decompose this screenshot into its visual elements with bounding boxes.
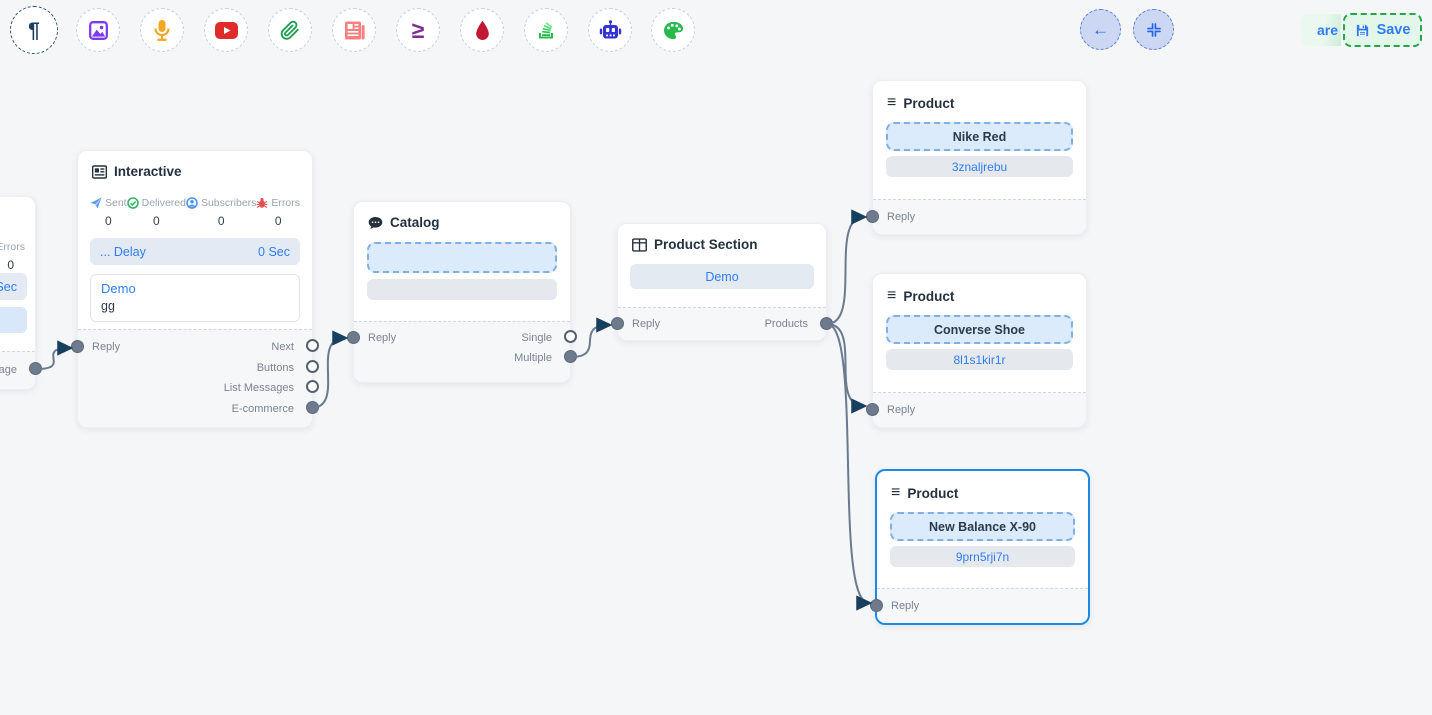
tool-audio-button[interactable] <box>140 8 184 52</box>
retailer-id-box: 3znaljrebu <box>886 156 1073 177</box>
tool-sequence-button[interactable] <box>524 8 568 52</box>
message-preview-card[interactable]: Demo gg <box>90 274 300 322</box>
save-button-label: Save <box>1377 22 1411 38</box>
node-product-section[interactable]: Product Section Demo Reply Products <box>617 223 827 341</box>
delay-row[interactable]: 0 Sec <box>0 273 27 300</box>
sent-icon <box>90 197 102 209</box>
tool-text-button[interactable]: ¶ <box>10 6 58 54</box>
back-button[interactable]: ← <box>1080 9 1121 50</box>
product-name-box[interactable]: New Balance X-90 <box>890 512 1075 541</box>
interactive-icon <box>92 165 107 179</box>
node-catalog[interactable]: Catalog Reply Single Multiple <box>353 201 571 383</box>
node-title: ≡ Product <box>877 471 1088 502</box>
input-port-reply[interactable] <box>866 403 879 416</box>
tool-condition-button[interactable]: ≥ <box>396 8 440 52</box>
pilcrow-icon: ¶ <box>28 20 40 41</box>
stats-row: Sent 0 Delivered 0 <box>78 179 312 228</box>
product-section-icon <box>632 238 647 252</box>
save-button[interactable]: Save <box>1343 13 1422 47</box>
output-port-multiple[interactable] <box>564 350 577 363</box>
palette-icon <box>663 21 684 40</box>
stat-errors: Errors <box>0 241 25 253</box>
input-port-reply[interactable] <box>611 317 624 330</box>
delivered-icon <box>127 197 139 209</box>
node-footer: Reply <box>873 199 1086 234</box>
output-port-single[interactable] <box>564 330 577 343</box>
node-title: ≡ Product <box>873 81 1086 112</box>
node-interactive[interactable]: Interactive Sent 0 <box>77 150 313 428</box>
node-footer: Reply <box>873 392 1086 427</box>
flow-canvas[interactable]: ¶ <box>0 0 1432 715</box>
floppy-disk-icon <box>1355 23 1370 38</box>
menu-icon: ≡ <box>891 484 900 502</box>
microphone-icon <box>152 19 172 41</box>
menu-icon: ≡ <box>887 94 896 112</box>
section-name-chip[interactable]: Demo <box>630 264 814 289</box>
save-ghost-partial: are <box>1301 14 1341 46</box>
output-port-list-messages[interactable] <box>306 380 319 393</box>
product-name-box[interactable]: Converse Shoe <box>886 315 1073 344</box>
node-title: ≡ Product <box>873 274 1086 305</box>
node-footer: Message <box>0 351 35 389</box>
input-port-reply[interactable] <box>71 340 84 353</box>
node-title: Product Section <box>618 224 826 252</box>
tool-video-button[interactable] <box>204 8 248 52</box>
quick-reply-chip[interactable] <box>0 307 27 333</box>
node-product-3[interactable]: ≡ Product New Balance X-90 9prn5rji7n Re… <box>875 469 1090 625</box>
tool-file-button[interactable] <box>268 8 312 52</box>
node-footer: Reply Products <box>618 307 826 340</box>
output-port-next[interactable] <box>306 339 319 352</box>
input-port-reply[interactable] <box>866 210 879 223</box>
tool-theme-button[interactable] <box>651 8 695 52</box>
tool-drip-button[interactable] <box>460 8 504 52</box>
catalog-icon <box>368 216 383 230</box>
delay-row[interactable]: ... Delay 0 Sec <box>90 238 300 265</box>
node-footer: Reply <box>877 588 1088 623</box>
node-title: Interactive <box>78 151 312 179</box>
retailer-id-box: 8l1s1kir1r <box>886 349 1073 370</box>
catalog-placeholder <box>367 279 557 300</box>
menu-icon: ≡ <box>887 287 896 305</box>
tool-image-button[interactable] <box>76 8 120 52</box>
input-port-reply[interactable] <box>347 331 360 344</box>
tool-bot-button[interactable] <box>588 8 632 52</box>
youtube-icon <box>215 22 238 39</box>
output-port-products[interactable] <box>820 317 833 330</box>
catalog-dropzone[interactable] <box>367 242 557 273</box>
stack-icon <box>536 20 556 40</box>
product-name-box[interactable]: Nike Red <box>886 122 1073 151</box>
paperclip-icon <box>280 20 300 41</box>
left-arrow-icon: ← <box>1092 20 1109 40</box>
fit-view-button[interactable] <box>1133 9 1174 50</box>
subscribers-icon <box>186 197 198 209</box>
output-port-buttons[interactable] <box>306 360 319 373</box>
input-port-reply[interactable] <box>870 599 883 612</box>
greater-equal-icon: ≥ <box>412 19 425 42</box>
node-title: Catalog <box>354 202 570 230</box>
output-port-message[interactable] <box>29 362 42 375</box>
errors-icon <box>256 197 268 209</box>
tool-template-button[interactable] <box>332 8 376 52</box>
newspaper-icon <box>344 21 365 40</box>
node-message-clipped[interactable]: Errors 0 0 Sec Message <box>0 196 36 390</box>
retailer-id-box: 9prn5rji7n <box>890 546 1075 567</box>
image-icon <box>88 20 109 41</box>
output-port-ecommerce[interactable] <box>306 401 319 414</box>
node-product-2[interactable]: ≡ Product Converse Shoe 8l1s1kir1r Reply <box>872 273 1087 428</box>
compress-icon <box>1146 22 1162 38</box>
node-product-1[interactable]: ≡ Product Nike Red 3znaljrebu Reply <box>872 80 1087 235</box>
robot-icon <box>599 20 622 40</box>
node-palette-toolbar: ¶ <box>0 0 1432 60</box>
node-footer: Reply Next Buttons List Messages E-comme… <box>78 329 312 427</box>
droplet-icon <box>474 20 491 41</box>
node-footer: Reply Single Multiple <box>354 321 570 382</box>
